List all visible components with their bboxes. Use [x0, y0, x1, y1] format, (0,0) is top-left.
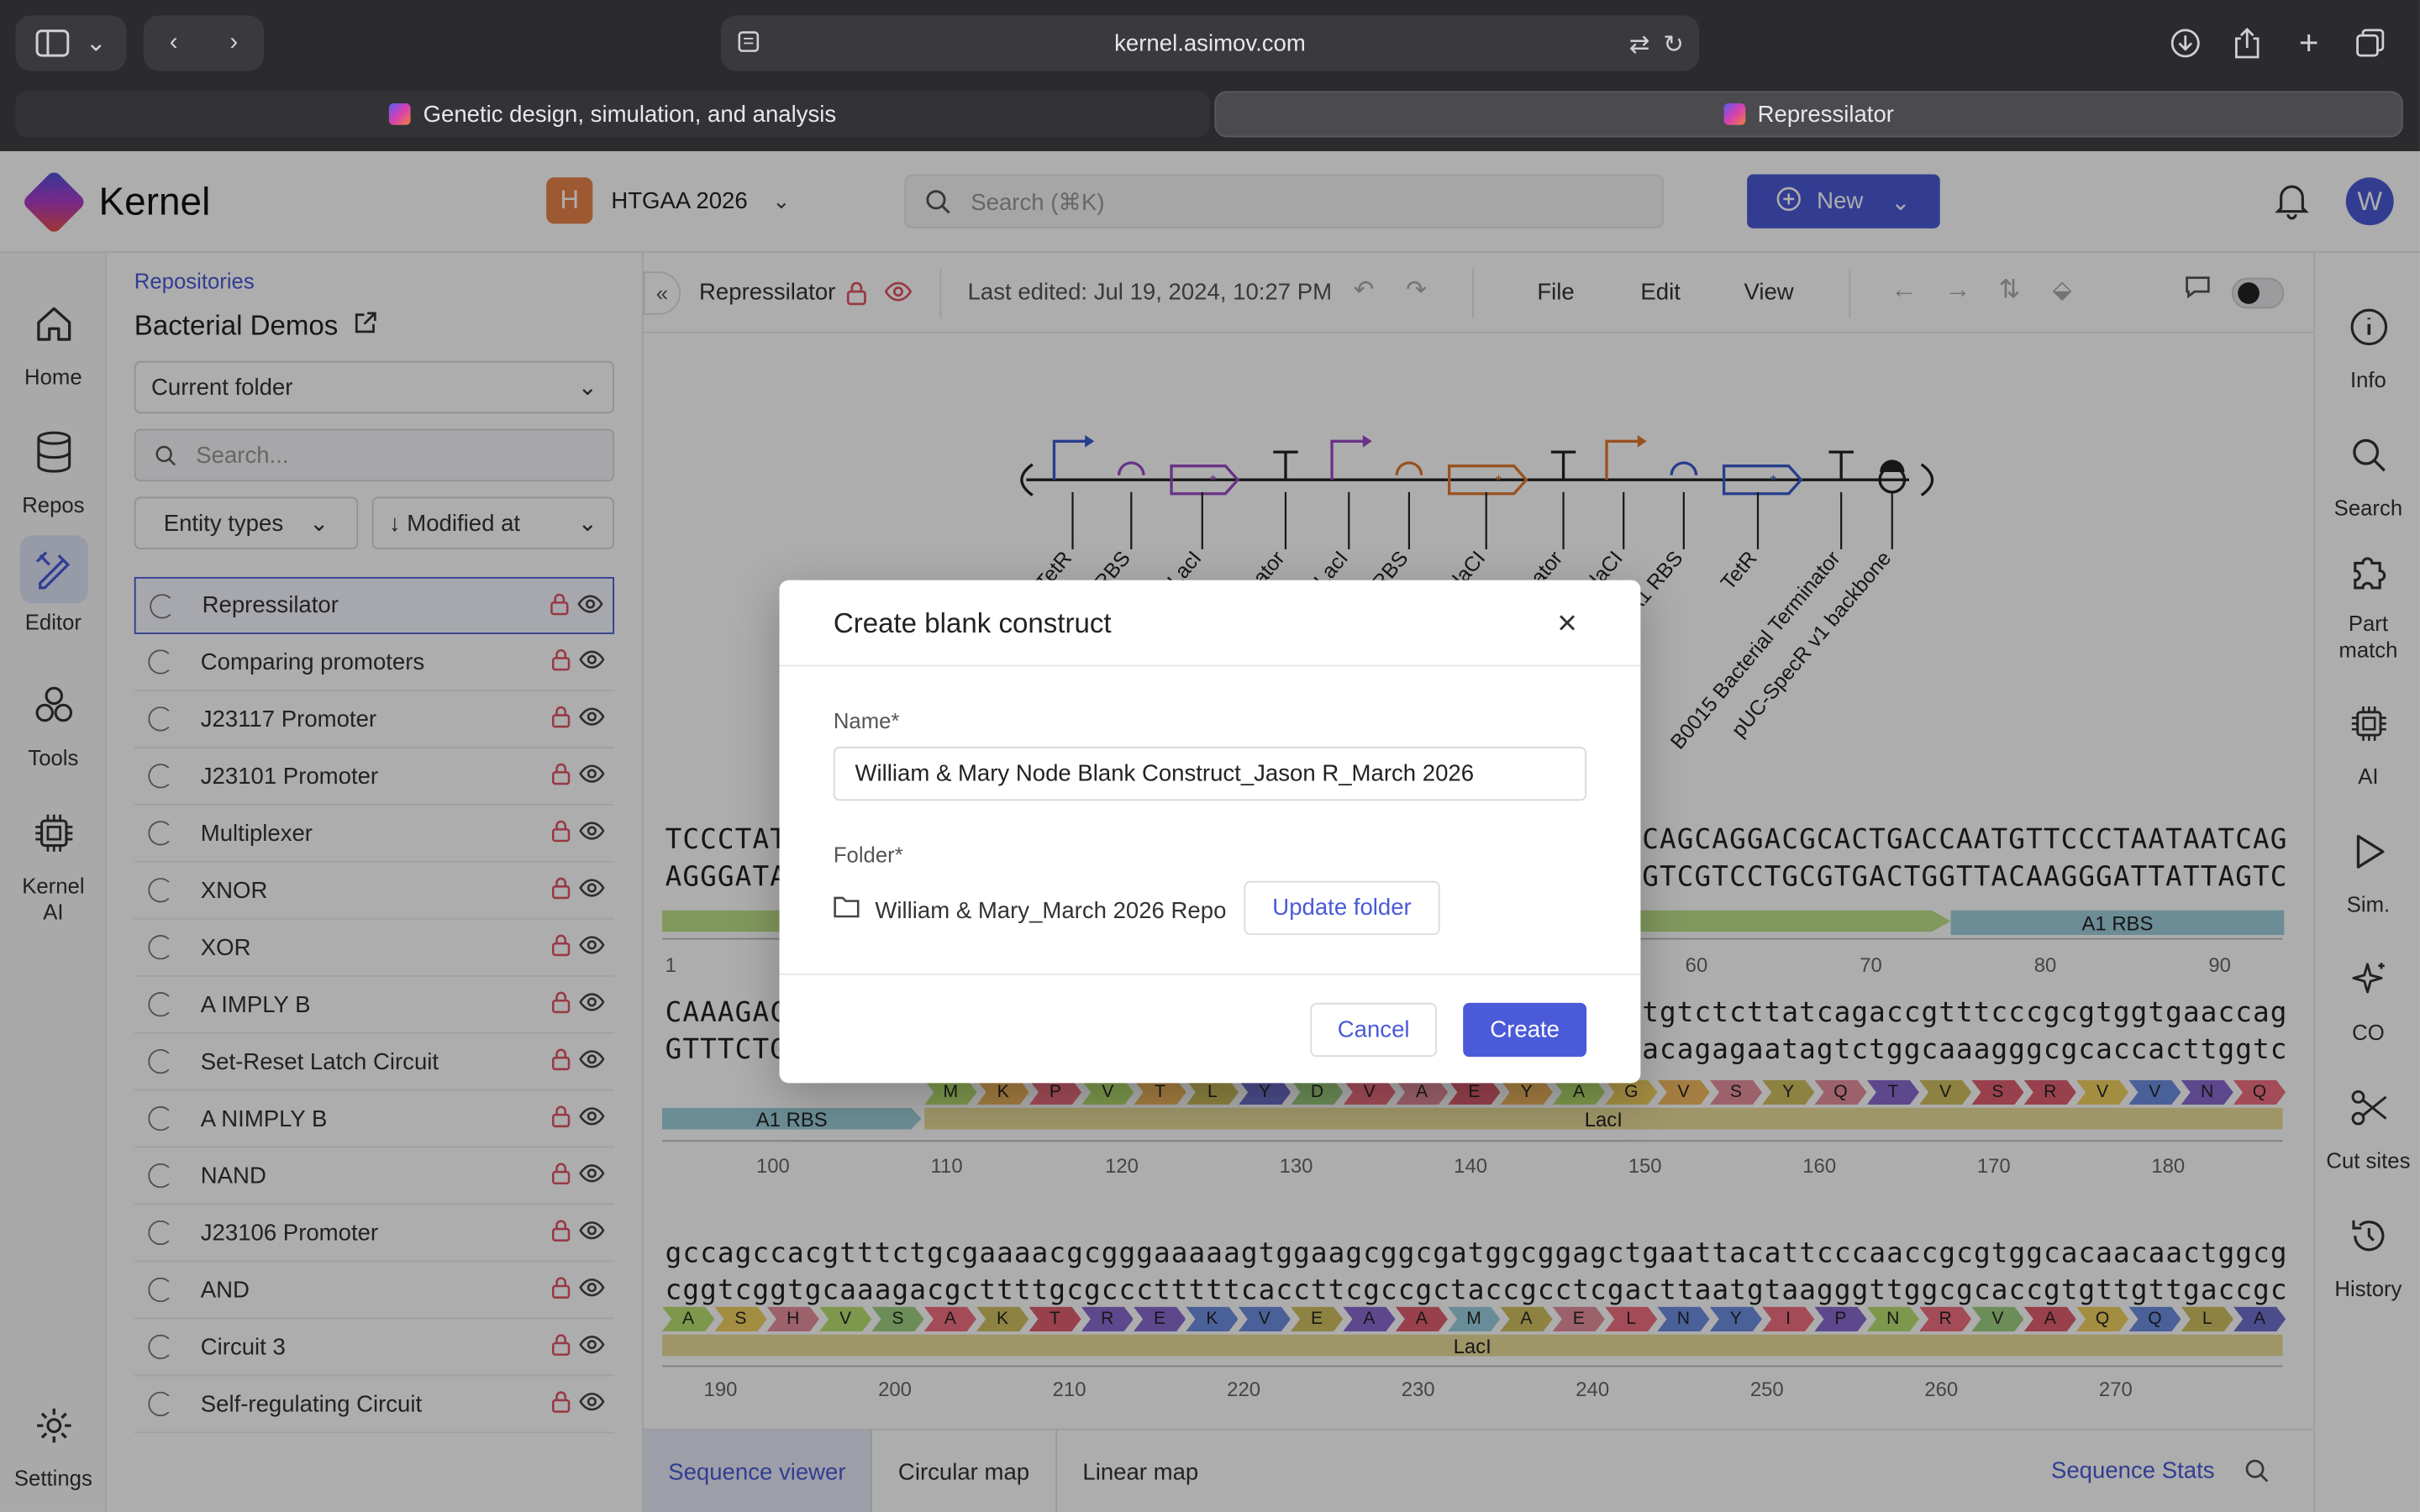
button-label: Update folder — [1272, 895, 1412, 921]
button-label: Cancel — [1337, 1016, 1410, 1043]
address-bar[interactable]: kernel.asimov.com ⇄ ↻ — [720, 15, 1700, 71]
back-icon[interactable]: ‹ — [170, 29, 178, 57]
update-folder-button[interactable]: Update folder — [1244, 880, 1440, 936]
divider — [779, 973, 1641, 975]
forward-icon[interactable]: › — [229, 29, 238, 57]
kernel-favicon — [389, 103, 411, 125]
chevron-down-icon: ⌄ — [85, 30, 107, 57]
translate-icon[interactable]: ⇄ — [1629, 29, 1650, 60]
tab-label: Repressilator — [1757, 101, 1894, 128]
create-construct-dialog: Create blank construct × Name* Folder* W… — [779, 580, 1641, 1084]
kernel-favicon — [1723, 103, 1745, 125]
folder-label: Folder* — [833, 842, 903, 868]
reload-icon[interactable]: ↻ — [1663, 29, 1684, 60]
folder-name: William & Mary_March 2026 Repo — [875, 897, 1227, 924]
cancel-button[interactable]: Cancel — [1310, 1002, 1437, 1058]
share-icon[interactable] — [2230, 22, 2264, 65]
button-label: Create — [1490, 1016, 1560, 1043]
tab-label: Genetic design, simulation, and analysis — [423, 101, 837, 128]
divider — [779, 664, 1641, 667]
name-label: Name* — [833, 708, 900, 733]
folder-icon — [834, 895, 860, 926]
dialog-title: Create blank construct — [833, 607, 1112, 639]
page-menu-icon[interactable] — [736, 29, 760, 54]
folder-value: William & Mary_March 2026 Repo — [834, 895, 1227, 926]
download-icon[interactable] — [2169, 22, 2202, 65]
history-nav: ‹ › — [143, 15, 265, 71]
tabs-overview-icon[interactable] — [2354, 22, 2387, 65]
sidebar-icon — [35, 29, 70, 57]
tab-genetic-design[interactable]: Genetic design, simulation, and analysis — [15, 91, 1210, 138]
browser-chrome: ⌄ ‹ › kernel.asimov.com ⇄ ↻ + Genetic de… — [0, 0, 2420, 151]
tab-repressilator[interactable]: Repressilator — [1214, 91, 2403, 138]
close-icon[interactable]: × — [1557, 606, 1577, 640]
browser-actions: + — [2169, 22, 2388, 65]
new-tab-icon[interactable]: + — [2291, 22, 2325, 65]
name-input[interactable] — [833, 746, 1587, 801]
create-button[interactable]: Create — [1463, 1002, 1587, 1058]
url-text: kernel.asimov.com — [1114, 29, 1306, 57]
sidebar-toggle[interactable]: ⌄ — [15, 15, 127, 71]
